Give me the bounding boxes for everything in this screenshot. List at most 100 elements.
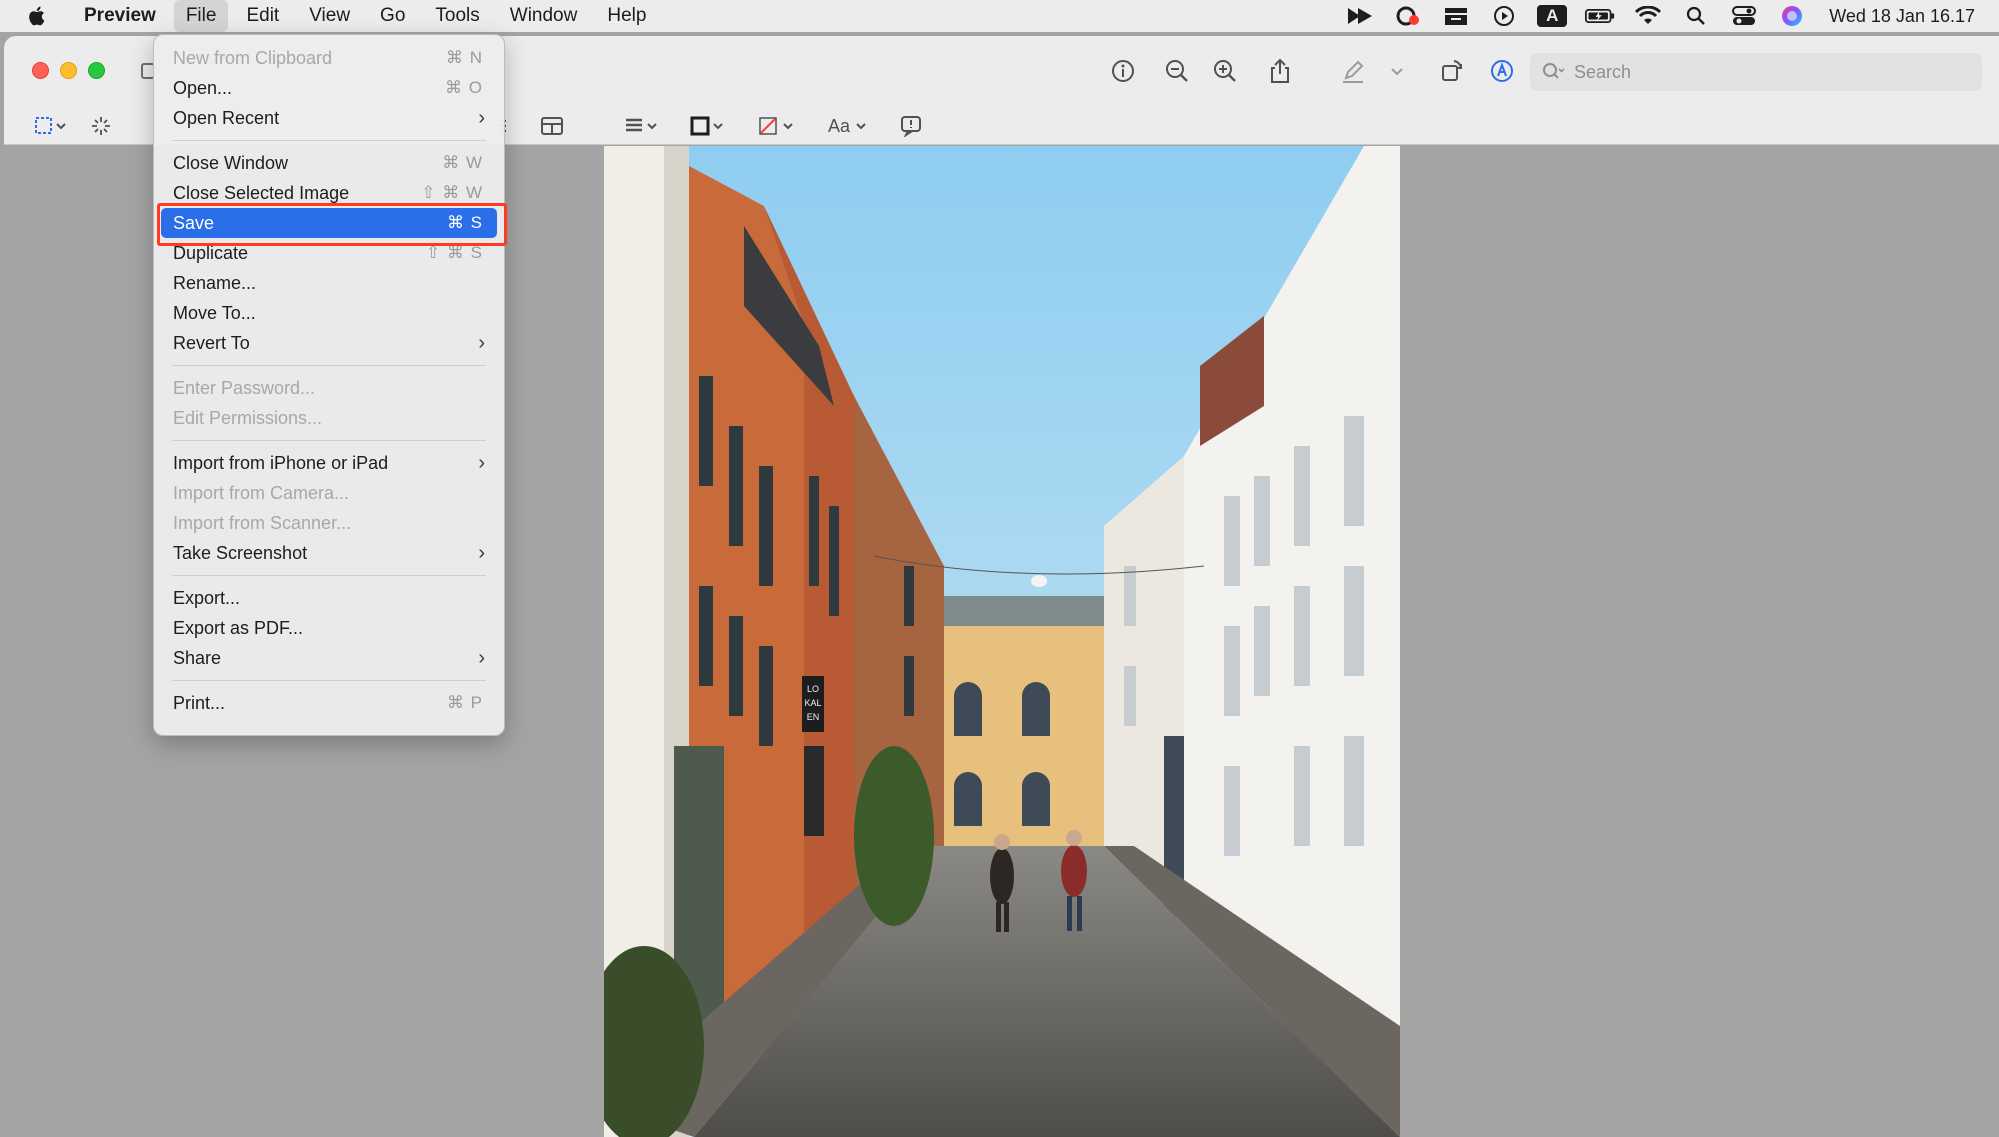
menu-item-revert-to[interactable]: Revert To ›	[161, 328, 497, 358]
siri-icon[interactable]	[1777, 4, 1807, 28]
menu-item-label: Import from Scanner...	[173, 512, 352, 533]
wifi-icon[interactable]	[1633, 4, 1663, 28]
svg-text:LO: LO	[807, 684, 819, 694]
close-window-button[interactable]	[32, 62, 49, 79]
chevron-right-icon: ›	[478, 451, 485, 474]
annotate-icon[interactable]	[900, 114, 922, 138]
window-controls	[32, 62, 116, 79]
app-menu-preview[interactable]: Preview	[72, 0, 168, 32]
menu-item-shortcut: ⌘ O	[445, 78, 483, 97]
markup-icon[interactable]	[1485, 54, 1519, 88]
menu-item-label: Duplicate	[173, 242, 249, 263]
battery-icon[interactable]	[1585, 4, 1615, 28]
menu-item-share[interactable]: Share ›	[161, 643, 497, 673]
selection-tool-icon[interactable]	[34, 114, 68, 138]
menu-window[interactable]: Window	[498, 0, 590, 32]
apple-menu-icon[interactable]	[22, 2, 50, 30]
menu-item-label: Share	[173, 647, 222, 668]
instant-alpha-icon[interactable]	[90, 114, 112, 138]
menu-item-label: New from Clipboard	[173, 47, 333, 68]
shape-style-icon[interactable]	[624, 114, 660, 138]
menu-separator	[172, 440, 486, 441]
menu-item-shortcut: ⇧ ⌘ W	[421, 183, 483, 202]
menu-go[interactable]: Go	[368, 0, 417, 32]
menu-item-save[interactable]: Save ⌘ S	[161, 208, 497, 238]
rotate-icon[interactable]	[1435, 54, 1469, 88]
chevron-right-icon: ›	[478, 541, 485, 564]
search-field[interactable]: Search	[1530, 53, 1982, 91]
menu-item-rename[interactable]: Rename...	[161, 268, 497, 298]
menu-item-import-from-iphone[interactable]: Import from iPhone or iPad ›	[161, 448, 497, 478]
menu-item-label: Export...	[173, 587, 241, 608]
menu-item-new-from-clipboard[interactable]: New from Clipboard ⌘ N	[161, 43, 497, 73]
search-icon	[1542, 60, 1566, 84]
status-area: A Wed 18 Jan 16.17	[1327, 0, 1975, 32]
menu-item-label: Move To...	[173, 302, 256, 323]
menu-item-label: Print...	[173, 692, 226, 713]
play-circle-icon[interactable]	[1489, 4, 1519, 28]
menu-item-open[interactable]: Open... ⌘ O	[161, 73, 497, 103]
chevron-right-icon: ›	[478, 331, 485, 354]
adjust-color-icon[interactable]	[540, 114, 564, 138]
text-style-button[interactable]: Aa	[828, 114, 870, 138]
svg-text:EN: EN	[807, 712, 820, 722]
menu-item-enter-password[interactable]: Enter Password...	[161, 373, 497, 403]
menu-item-shortcut: ⌘ N	[446, 48, 483, 67]
chevron-right-icon: ›	[478, 646, 485, 669]
menu-item-import-from-camera[interactable]: Import from Camera...	[161, 478, 497, 508]
menu-item-export[interactable]: Export...	[161, 583, 497, 613]
menu-item-label: Open Recent	[173, 107, 280, 128]
menu-item-shortcut: ⌘ S	[446, 213, 483, 232]
menu-item-take-screenshot[interactable]: Take Screenshot ›	[161, 538, 497, 568]
menu-file[interactable]: File	[173, 0, 229, 32]
zoom-window-button[interactable]	[88, 62, 105, 79]
menu-view[interactable]: View	[297, 0, 362, 32]
info-icon[interactable]	[1106, 54, 1140, 88]
menu-item-label: Enter Password...	[173, 377, 316, 398]
menu-bar-clock[interactable]: Wed 18 Jan 16.17	[1829, 6, 1975, 27]
chevron-right-icon: ›	[478, 106, 485, 129]
menu-item-label: Revert To	[173, 332, 250, 353]
menu-item-export-as-pdf[interactable]: Export as PDF...	[161, 613, 497, 643]
zoom-out-icon[interactable]	[1160, 54, 1194, 88]
chevron-down-icon[interactable]	[1385, 54, 1409, 88]
menu-separator	[172, 140, 486, 141]
menu-separator	[172, 365, 486, 366]
menu-separator	[172, 680, 486, 681]
zoom-in-icon[interactable]	[1208, 54, 1242, 88]
menu-item-duplicate[interactable]: Duplicate ⇧ ⌘ S	[161, 238, 497, 268]
menu-item-label: Import from Camera...	[173, 482, 350, 503]
menu-item-label: Take Screenshot	[173, 542, 308, 563]
creative-cloud-icon[interactable]	[1393, 4, 1423, 28]
menu-help[interactable]: Help	[595, 0, 658, 32]
spotlight-search-icon[interactable]	[1681, 4, 1711, 28]
menu-item-close-selected-image[interactable]: Close Selected Image ⇧ ⌘ W	[161, 178, 497, 208]
menu-item-label: Edit Permissions...	[173, 407, 323, 428]
menu-item-import-from-scanner[interactable]: Import from Scanner...	[161, 508, 497, 538]
highlight-pen-icon[interactable]	[1336, 54, 1370, 88]
border-color-icon[interactable]	[690, 114, 726, 138]
menu-item-edit-permissions[interactable]: Edit Permissions...	[161, 403, 497, 433]
street-photo[interactable]: LO KAL EN	[604, 146, 1400, 1137]
fast-forward-icon[interactable]	[1345, 4, 1375, 28]
archive-icon[interactable]	[1441, 4, 1471, 28]
menu-bar: Preview File Edit View Go Tools Window H…	[0, 0, 1999, 32]
menu-item-label: Export as PDF...	[173, 617, 304, 638]
menu-separator	[172, 575, 486, 576]
share-icon[interactable]	[1263, 54, 1297, 88]
menu-item-label: Rename...	[173, 272, 257, 293]
menu-item-label: Import from iPhone or iPad	[173, 452, 389, 473]
menu-item-move-to[interactable]: Move To...	[161, 298, 497, 328]
menu-item-print[interactable]: Print... ⌘ P	[161, 688, 497, 718]
control-center-icon[interactable]	[1729, 4, 1759, 28]
menu-item-shortcut: ⌘ P	[446, 693, 483, 712]
fill-color-icon[interactable]	[758, 114, 798, 138]
file-menu-dropdown: New from Clipboard ⌘ N Open... ⌘ O Open …	[153, 34, 505, 736]
menu-item-label: Close Selected Image	[173, 182, 350, 203]
menu-item-open-recent[interactable]: Open Recent ›	[161, 103, 497, 133]
input-source-icon[interactable]: A	[1537, 4, 1568, 28]
menu-item-close-window[interactable]: Close Window ⌘ W	[161, 148, 497, 178]
menu-edit[interactable]: Edit	[234, 0, 291, 32]
minimize-window-button[interactable]	[60, 62, 77, 79]
menu-tools[interactable]: Tools	[423, 0, 491, 32]
